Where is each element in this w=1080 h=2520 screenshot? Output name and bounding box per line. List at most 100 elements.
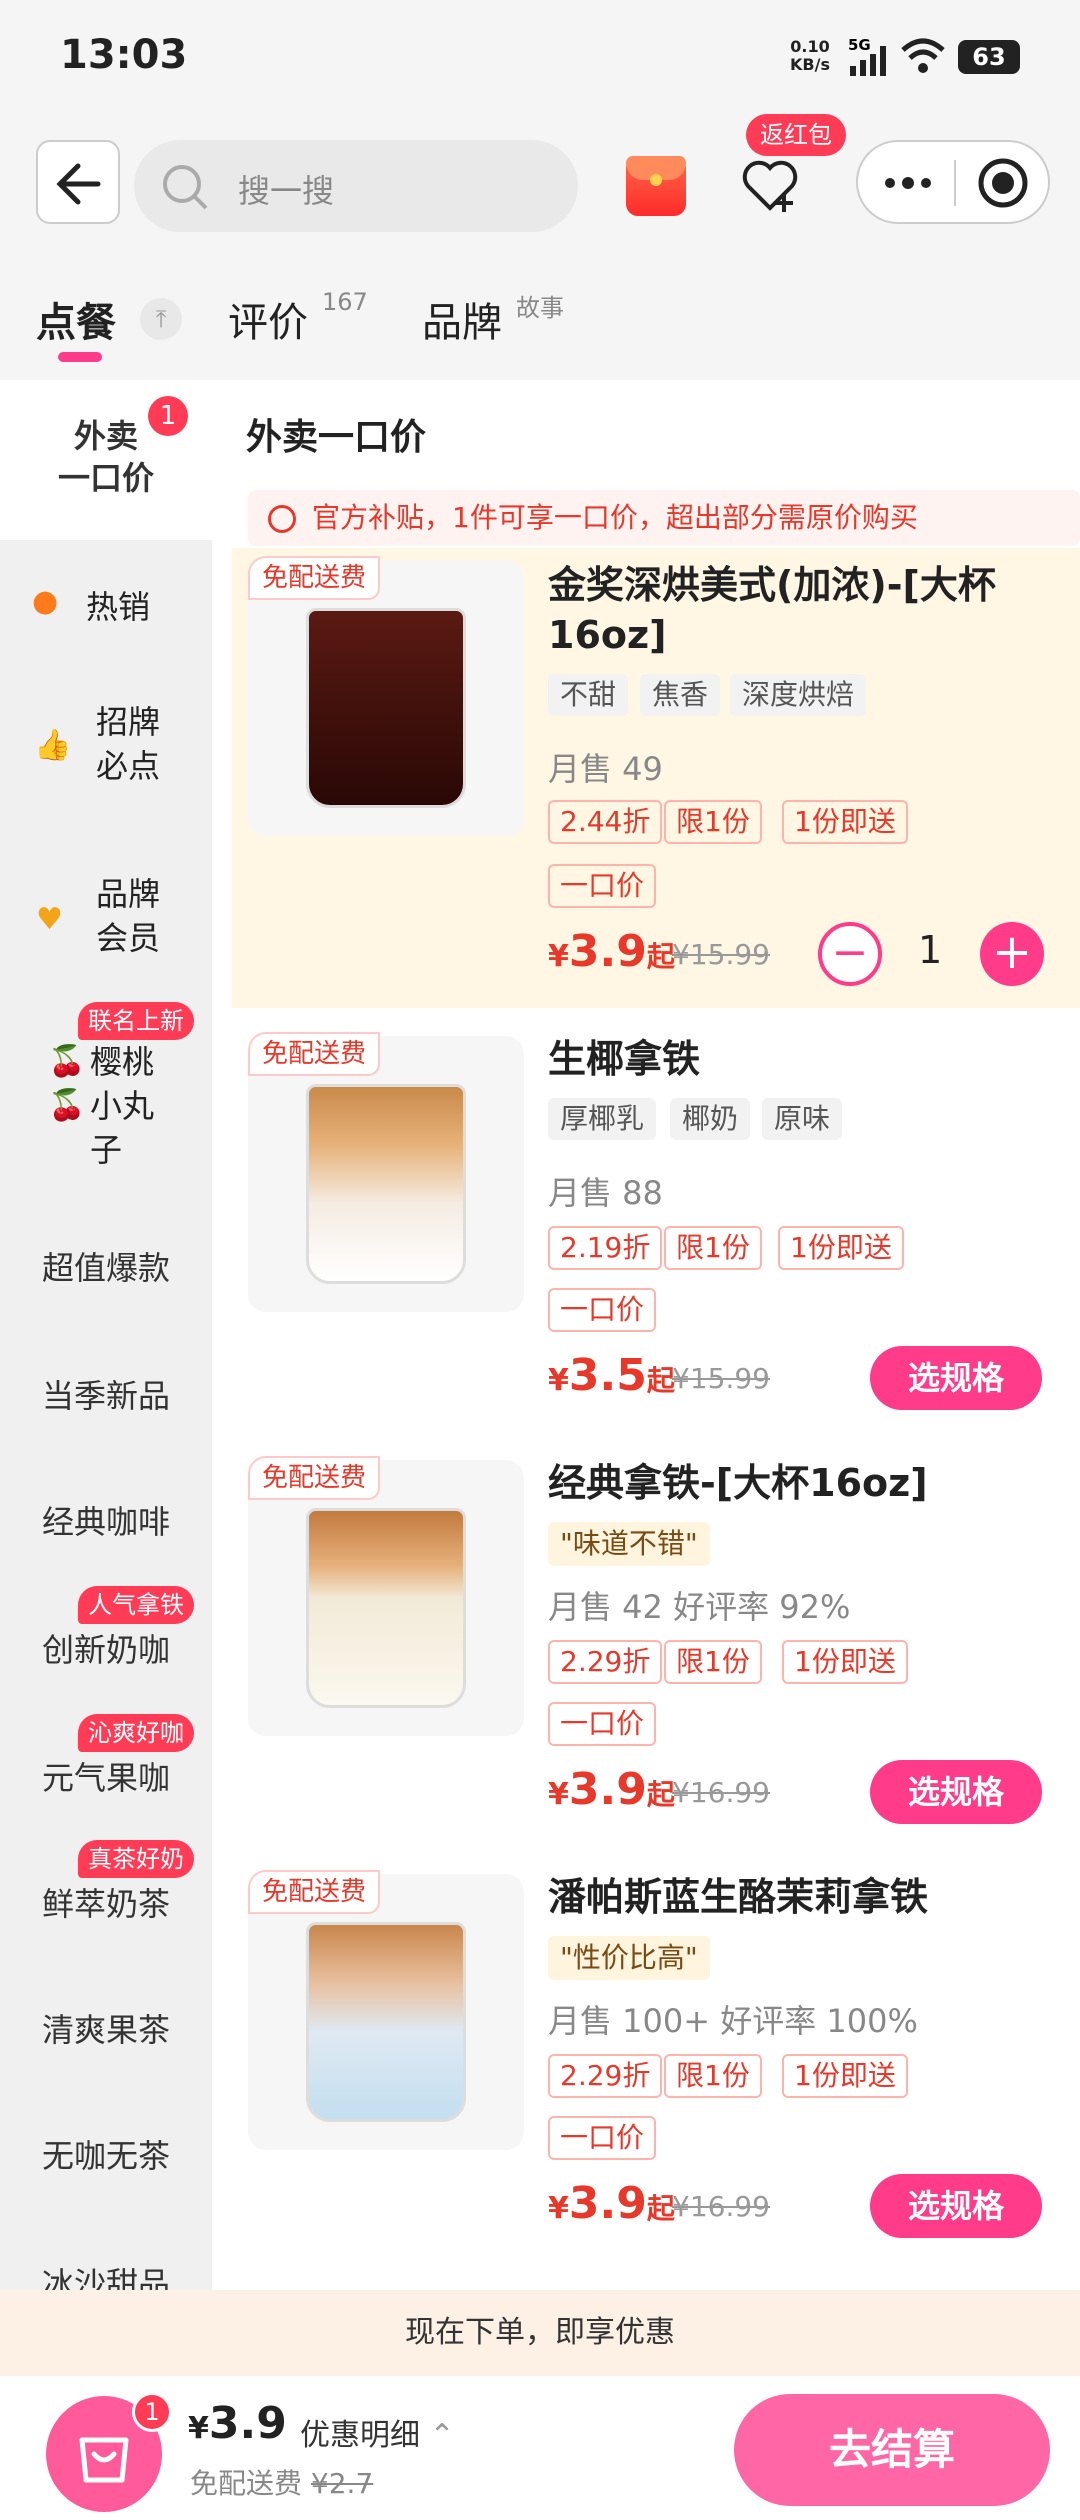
total-price: ¥3.9: [188, 2398, 287, 2449]
net-speed-unit: KB/s: [790, 55, 830, 74]
attr-tag: 不甜: [548, 674, 629, 716]
label-line-2: 会员: [96, 919, 161, 957]
price-value: 3.5: [568, 1350, 647, 1401]
monthly-sales: 月售 88: [548, 1174, 663, 1212]
original-price: ¥16.99: [672, 2190, 770, 2223]
price-value: 3.9: [568, 926, 647, 977]
monthly-sales: 月售 42 好评率 92%: [548, 1588, 851, 1626]
pin-top-icon[interactable]: ⤒: [140, 298, 182, 340]
target-circle-icon: [978, 158, 1028, 208]
select-spec-button[interactable]: 选规格: [870, 1346, 1042, 1410]
price-suffix: 起: [646, 1364, 675, 1397]
back-button[interactable]: [36, 140, 120, 224]
price-currency: ¥: [548, 939, 569, 974]
free-delivery-tag: 免配送费: [248, 1456, 381, 1500]
thumbs-up-icon: 👍: [34, 728, 72, 763]
product-name: 生椰拿铁: [548, 1037, 701, 1081]
sidebar-item-label: 热销: [86, 588, 151, 626]
sidebar-item-milk-coffee[interactable]: 创新奶咖: [0, 1628, 212, 1672]
gift-tag: 1份即送: [778, 1226, 904, 1270]
gift-tag: 1份即送: [782, 800, 908, 844]
price-currency: ¥: [548, 1777, 569, 1812]
one-price-tag: 一口价: [548, 1288, 657, 1332]
label-line-2: 小丸: [90, 1087, 155, 1125]
tab-order[interactable]: 点餐: [36, 290, 116, 348]
clock: 13:03: [60, 32, 188, 78]
original-price: ¥15.99: [672, 1362, 770, 1395]
product-name: 潘帕斯蓝生酪茉莉拿铁: [548, 1875, 929, 1919]
delivery-fee-original: ¥2.7: [310, 2467, 374, 2500]
label-line-1: 樱桃: [90, 1043, 155, 1081]
sidebar-active-label-2: 一口价: [57, 459, 154, 497]
discount-detail-label: 优惠明细: [300, 2418, 420, 2453]
sidebar-item-fruit-coffee[interactable]: 元气果咖: [0, 1756, 212, 1800]
monthly-sales: 月售 100+ 好评率 100%: [548, 2002, 918, 2040]
sidebar-item-hot[interactable]: ● 热销: [0, 566, 212, 646]
sidebar-item-label: 招牌 必点: [96, 700, 160, 788]
product-name: 经典拿铁-[大杯16oz]: [548, 1461, 928, 1505]
more-button[interactable]: [876, 160, 940, 206]
tab-reviews[interactable]: 评价: [228, 290, 308, 348]
checkout-button[interactable]: 去结算: [734, 2394, 1050, 2506]
delivery-fee: 免配送费 ¥2.7: [190, 2462, 373, 2502]
close-mini-program-button[interactable]: [974, 156, 1032, 210]
heart-plus-icon[interactable]: [740, 156, 802, 214]
limit-tag: 限1份: [664, 800, 762, 844]
original-price: ¥16.99: [672, 1776, 770, 1809]
cart-count-badge: 1: [132, 2392, 172, 2432]
increase-qty-button[interactable]: +: [980, 922, 1044, 986]
total-currency: ¥: [188, 2411, 209, 2446]
status-bar: 13:03 0.10 KB/s 5G 63: [0, 0, 1080, 120]
attr-tag: 焦香: [640, 674, 721, 716]
category-sidebar: [0, 380, 212, 2290]
sidebar-item-label: 品牌 会员: [96, 872, 160, 960]
sidebar-badge-collab: 联名上新: [78, 1002, 194, 1040]
arrow-left-icon: [56, 163, 101, 205]
sidebar-item-no-caffeine[interactable]: 无咖无茶: [0, 2134, 212, 2178]
one-price-tag: 一口价: [548, 864, 657, 908]
free-delivery-tag: 免配送费: [248, 556, 381, 600]
sidebar-item-fruit-tea[interactable]: 清爽果茶: [0, 2008, 212, 2052]
sidebar-item-signature[interactable]: 👍 招牌 必点: [0, 700, 212, 796]
limit-tag: 限1份: [664, 1226, 762, 1270]
decrease-qty-button[interactable]: −: [818, 922, 882, 986]
subsidy-notice: 官方补贴，1件可享一口价，超出部分需原价购买: [248, 490, 1080, 546]
search-placeholder: 搜一搜: [238, 172, 335, 210]
wifi-icon: [901, 38, 945, 73]
discount-detail-button[interactable]: 优惠明细 ⌃: [300, 2410, 455, 2454]
delivery-fee-label: 免配送费: [190, 2467, 303, 2500]
sidebar-badge-real-tea: 真茶好奶: [78, 1840, 194, 1878]
price: ¥3.9起: [548, 1764, 675, 1815]
price: ¥3.9起: [548, 2178, 675, 2229]
red-packet-icon[interactable]: [626, 156, 686, 216]
sidebar-item-seasonal[interactable]: 当季新品: [0, 1374, 212, 1418]
label-line-1: 招牌: [96, 703, 161, 741]
cherry-icon: 🍒: [48, 1044, 86, 1079]
brand-story-sup: 故事: [516, 294, 564, 322]
cherry-icon: 🍒: [48, 1088, 86, 1123]
monthly-sales: 月售 49: [548, 750, 663, 788]
discount-tag: 2.29折: [548, 1640, 663, 1684]
discount-tag: 2.29折: [548, 2054, 663, 2098]
sidebar-item-milk-tea[interactable]: 鲜萃奶茶: [0, 1882, 212, 1926]
chevron-up-icon: ⌃: [429, 2418, 455, 2453]
label-line-1: 品牌: [96, 875, 161, 913]
tab-brand[interactable]: 品牌: [422, 290, 502, 348]
price-value: 3.9: [568, 1764, 647, 1815]
select-spec-button[interactable]: 选规格: [870, 1760, 1042, 1824]
sidebar-item-classic-coffee[interactable]: 经典咖啡: [0, 1500, 212, 1544]
sidebar-badge-fresh-coffee: 沁爽好咖: [78, 1714, 194, 1752]
total-value: 3.9: [208, 2398, 287, 2449]
select-spec-button[interactable]: 选规格: [870, 2174, 1042, 2238]
sidebar-item-membership[interactable]: ♥ 品牌 会员: [0, 872, 212, 968]
active-tab-indicator: [58, 352, 102, 362]
price-value: 3.9: [568, 2178, 647, 2229]
sidebar-item-value-deals[interactable]: 超值爆款: [0, 1246, 212, 1290]
gift-tag: 1份即送: [782, 1640, 908, 1684]
sidebar-item-cherry[interactable]: 🍒 🍒 樱桃 小丸 子: [0, 1040, 212, 1180]
product-image-americano: [248, 560, 524, 836]
sidebar-count-badge: 1: [148, 396, 188, 436]
search-icon: [163, 165, 208, 210]
one-price-tag: 一口价: [548, 2116, 657, 2160]
search-input[interactable]: 搜一搜: [134, 140, 578, 232]
